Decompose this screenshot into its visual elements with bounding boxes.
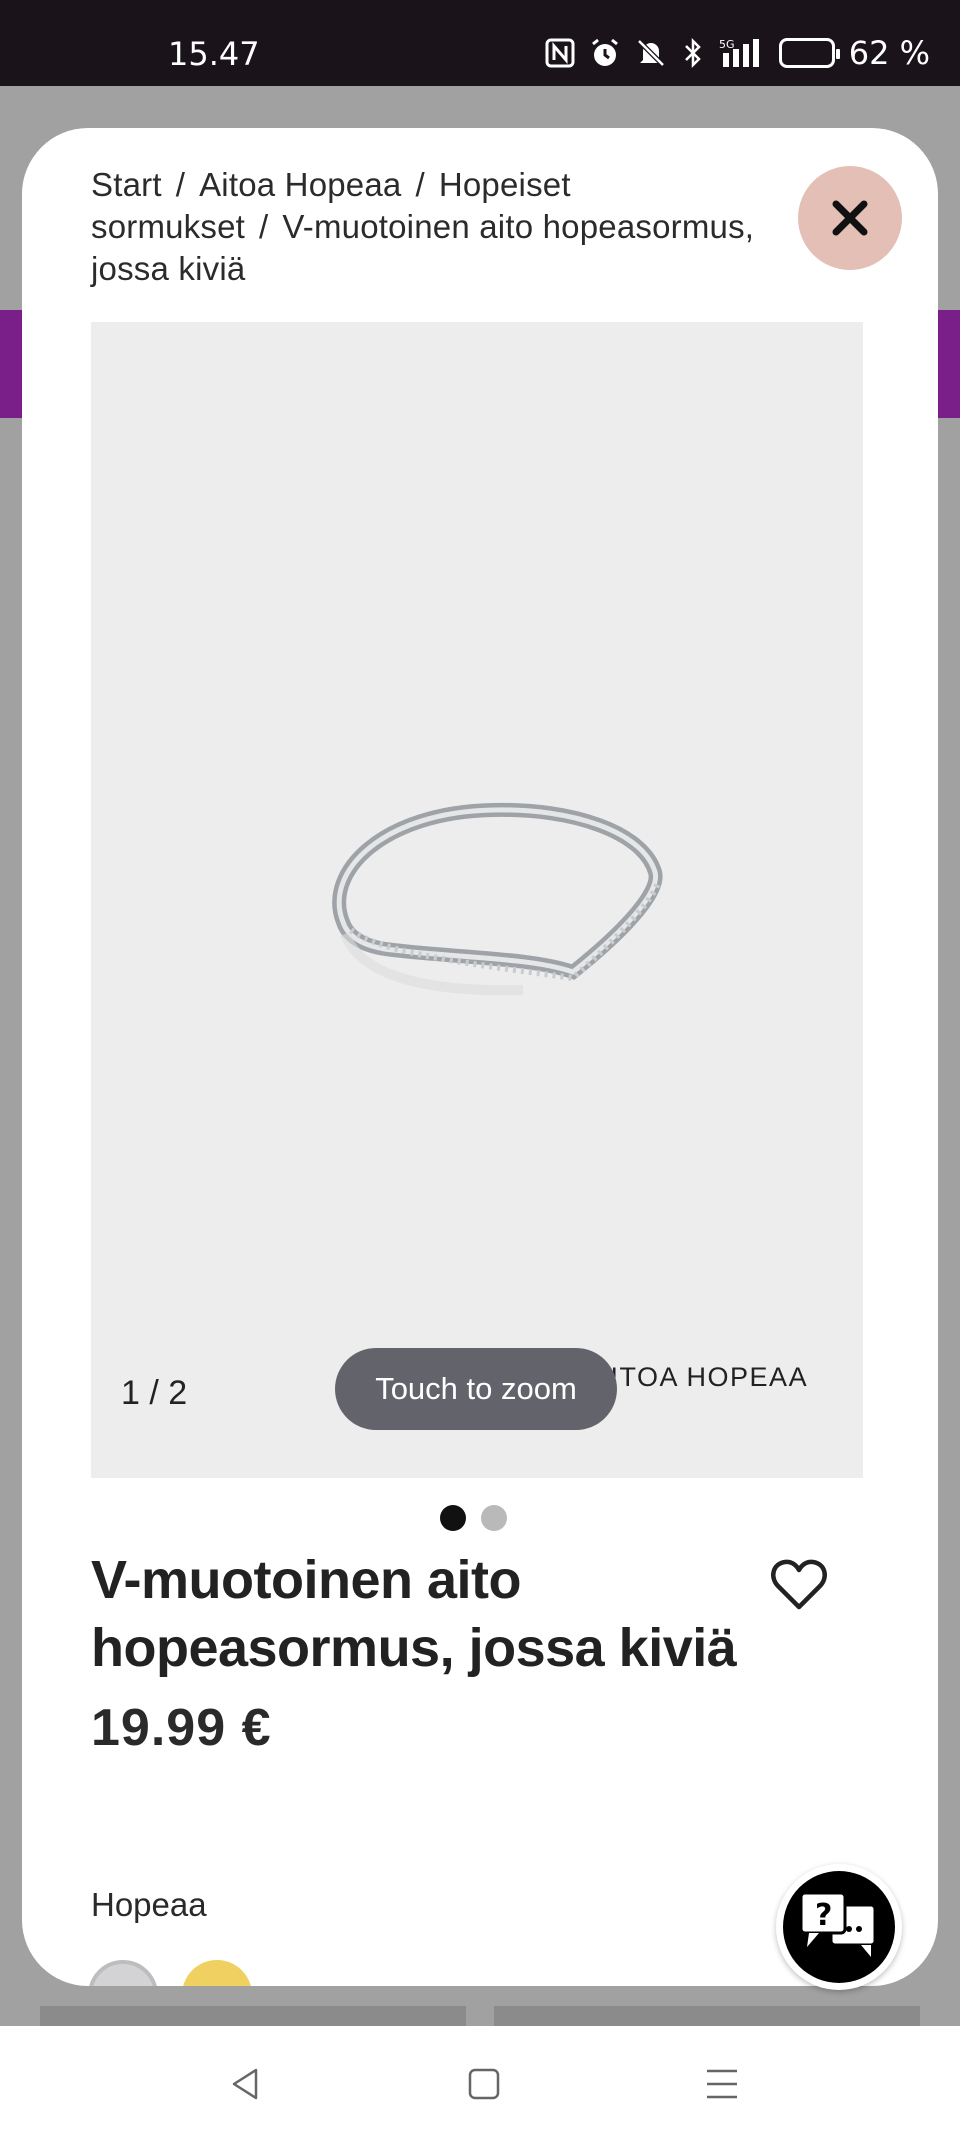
background-card-right — [494, 2006, 920, 2028]
product-image-ring — [332, 802, 663, 996]
breadcrumb-separator: / — [175, 166, 186, 203]
battery-percent: 62 % — [848, 34, 930, 72]
status-bar: 15.47 5G 62 % — [0, 0, 960, 86]
product-title: V-muotoinen aito hopeasormus, jossa kivi… — [91, 1550, 737, 1678]
breadcrumb-separator: / — [259, 208, 269, 245]
product-price: 19.99 € — [91, 1699, 272, 1757]
gallery-dot-2[interactable] — [481, 1505, 507, 1531]
breadcrumb-start[interactable]: Start — [91, 166, 162, 203]
help-chat-icon: ? — [799, 1891, 877, 1957]
system-nav-bar — [0, 2026, 960, 2144]
color-swatch-silver[interactable] — [88, 1960, 158, 1986]
home-icon — [468, 2068, 500, 2100]
gallery-pagination — [440, 1505, 507, 1531]
close-icon — [832, 200, 868, 236]
image-counter: 1 / 2 — [121, 1374, 188, 1412]
breadcrumb-aitoa-hopeaa[interactable]: Aitoa Hopeaa — [199, 166, 401, 203]
alarm-icon — [589, 36, 621, 70]
product-quickview-modal: Start / Aitoa Hopeaa / Hopeiset sormukset / V-… — [22, 128, 938, 1986]
brand-watermark: AITOA HOPEAA — [591, 1362, 809, 1392]
color-swatch-gold[interactable] — [182, 1960, 252, 1986]
help-chat-button[interactable]: ? — [776, 1864, 902, 1990]
background-card-left — [40, 2006, 466, 2028]
signal-5g-icon: 5G — [719, 36, 765, 70]
status-icons: 5G 62 % — [545, 34, 930, 72]
favorite-heart-icon[interactable] — [770, 1558, 828, 1612]
product-image-gallery[interactable]: 1 / 2 AITOA HOPEAA Touch to zoom — [91, 322, 863, 1478]
nav-home-button[interactable] — [462, 2062, 506, 2106]
breadcrumb: Start / Aitoa Hopeaa / Hopeiset sormukset / V-… — [91, 164, 791, 290]
back-icon — [232, 2068, 258, 2100]
touch-to-zoom-hint: Touch to zoom — [335, 1348, 617, 1430]
svg-text:5G: 5G — [719, 38, 735, 51]
close-button[interactable] — [798, 166, 902, 270]
svg-text:?: ? — [815, 1898, 832, 1933]
status-time: 15.47 — [168, 35, 260, 73]
battery-icon — [778, 36, 840, 70]
color-label: Hopeaa — [91, 1886, 207, 1923]
gallery-dot-1[interactable] — [440, 1505, 466, 1531]
silent-icon — [635, 36, 667, 70]
breadcrumb-separator: / — [415, 166, 425, 203]
bluetooth-icon — [681, 36, 705, 70]
nfc-icon — [545, 36, 575, 70]
nav-back-button[interactable] — [224, 2062, 268, 2106]
menu-icon — [707, 2069, 737, 2099]
nav-menu-button[interactable] — [700, 2062, 744, 2106]
